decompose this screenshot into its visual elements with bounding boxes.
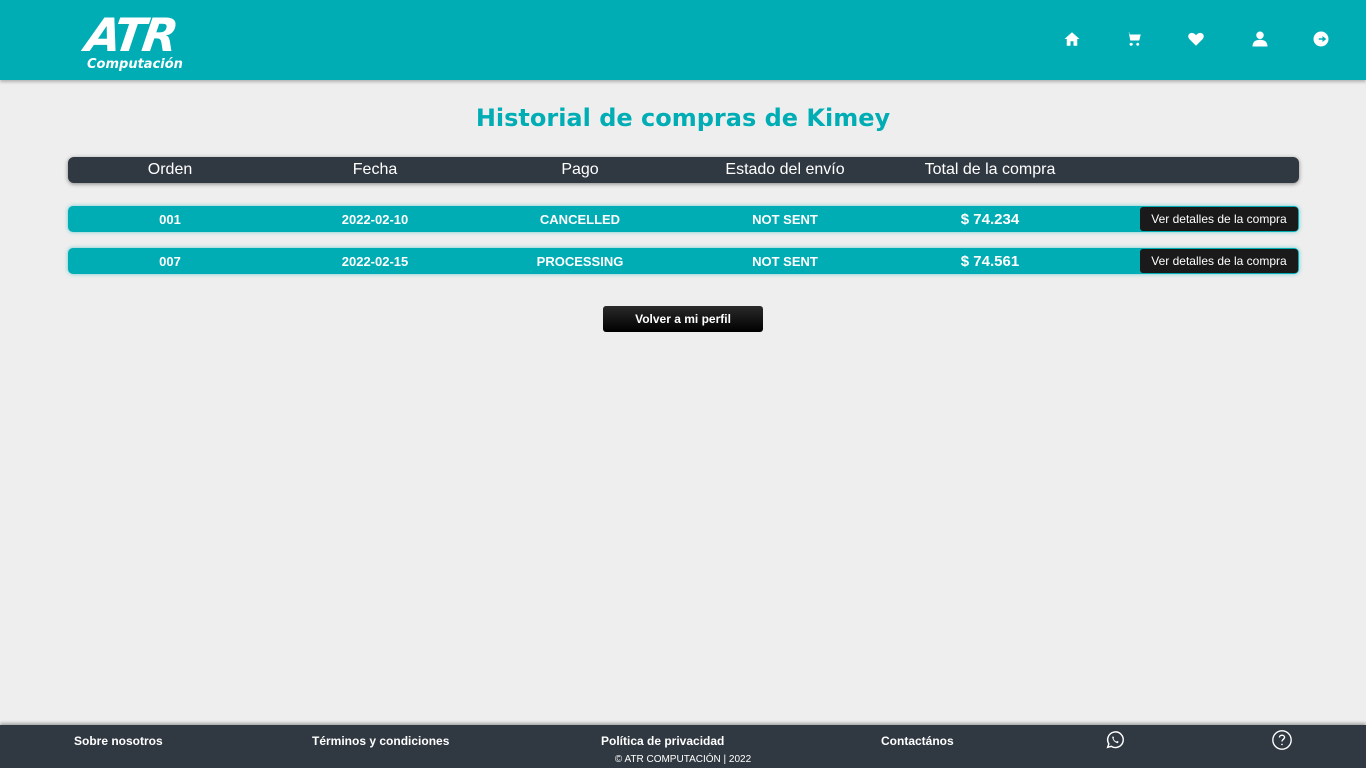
logo-text: ATR — [82, 8, 179, 62]
user-icon[interactable] — [1249, 28, 1271, 50]
view-details-button[interactable]: Ver detalles de la compra — [1140, 249, 1298, 273]
logout-icon[interactable] — [1310, 28, 1332, 50]
heart-icon[interactable] — [1185, 28, 1207, 50]
shipping-status: NOT SENT — [752, 211, 818, 227]
column-header-total: Total de la compra — [924, 161, 1056, 178]
logo[interactable]: ATR Computación — [78, 8, 210, 74]
column-header-date: Fecha — [352, 161, 398, 178]
table-header: Orden Fecha Pago Estado del envío Total … — [68, 157, 1299, 183]
order-total: $ 74.561 — [960, 252, 1020, 270]
cart-icon[interactable] — [1123, 28, 1145, 50]
page-title: Historial de compras de Kimey — [475, 104, 891, 132]
back-to-profile-button[interactable]: Volver a mi perfil — [603, 306, 763, 332]
column-header-order: Orden — [147, 161, 193, 178]
payment-status: CANCELLED — [539, 211, 621, 227]
order-total: $ 74.234 — [960, 210, 1020, 228]
order-date: 2022-02-15 — [341, 253, 409, 269]
footer-link-about[interactable]: Sobre nosotros — [74, 734, 163, 748]
footer-link-contact[interactable]: Contactános — [881, 734, 954, 748]
header: ATR Computación — [0, 0, 1366, 80]
footer-link-terms[interactable]: Términos y condiciones — [312, 734, 449, 748]
column-header-payment: Pago — [561, 161, 599, 178]
payment-status: PROCESSING — [536, 253, 624, 269]
whatsapp-icon[interactable] — [1104, 729, 1126, 751]
order-number: 007 — [159, 253, 181, 269]
order-number: 001 — [159, 211, 181, 227]
view-details-button[interactable]: Ver detalles de la compra — [1140, 207, 1298, 231]
copyright: © ATR COMPUTACIÓN | 2022 — [614, 754, 752, 765]
logo-subtext: Computación — [87, 57, 183, 72]
column-header-shipping: Estado del envío — [725, 161, 845, 178]
help-icon[interactable] — [1271, 729, 1293, 751]
home-icon[interactable] — [1061, 28, 1083, 50]
footer-link-privacy[interactable]: Política de privacidad — [601, 734, 724, 748]
shipping-status: NOT SENT — [752, 253, 818, 269]
table-row: 001 2022-02-10 CANCELLED NOT SENT $ 74.2… — [68, 206, 1299, 232]
order-date: 2022-02-10 — [341, 211, 409, 227]
table-row: 007 2022-02-15 PROCESSING NOT SENT $ 74.… — [68, 248, 1299, 274]
footer: Sobre nosotros Términos y condiciones Po… — [0, 725, 1366, 768]
